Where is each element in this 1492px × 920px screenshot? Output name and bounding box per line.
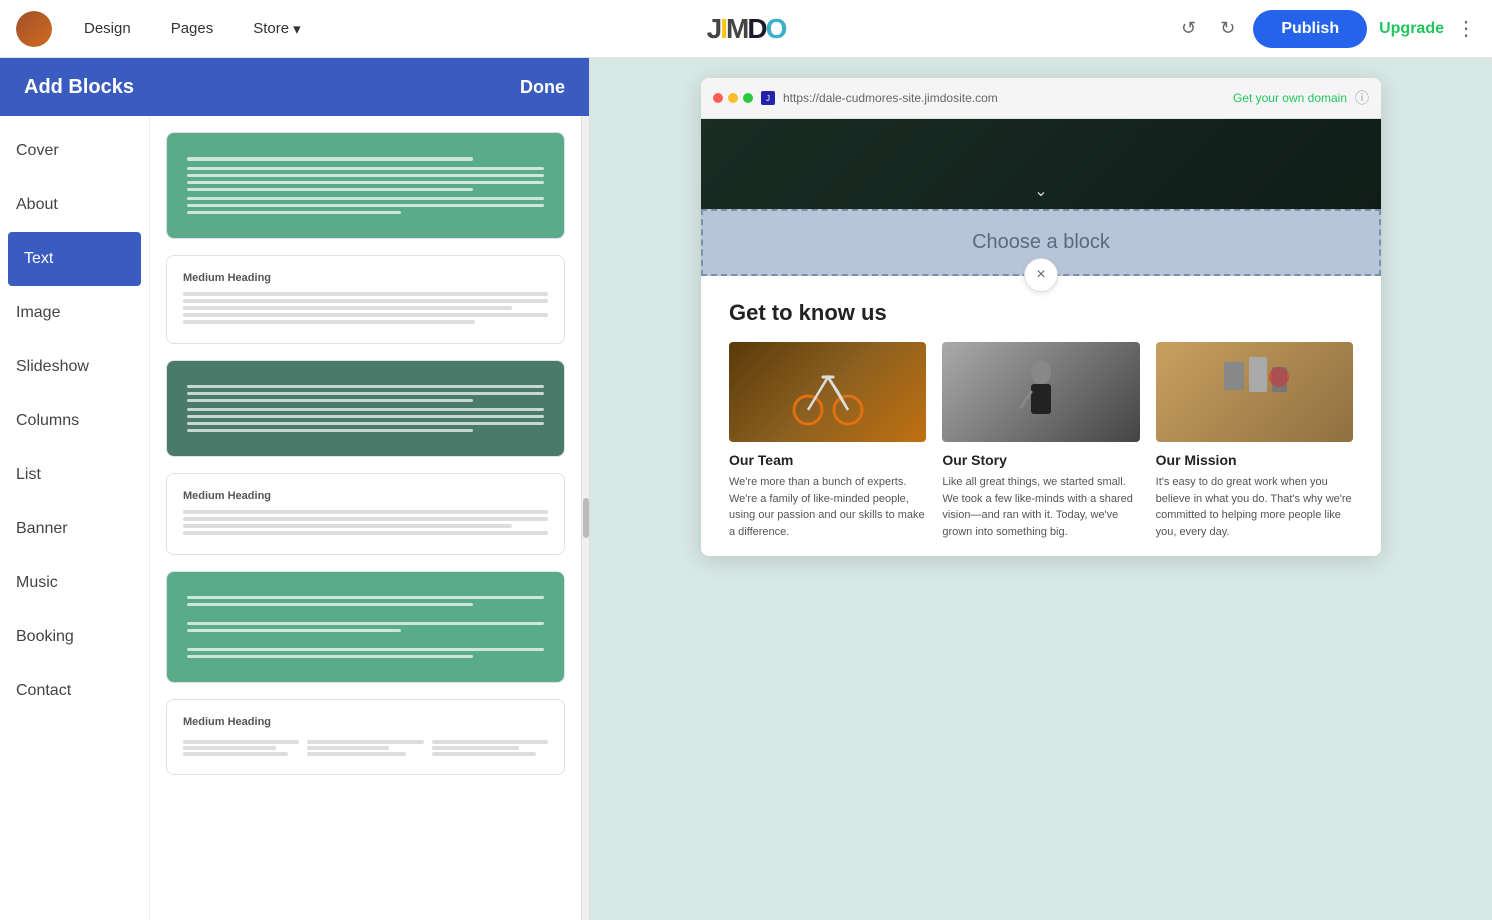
col-img-art	[1156, 342, 1353, 442]
col-title-mission: Our Mission	[1156, 452, 1353, 468]
chevron-down-icon: ▾	[293, 20, 301, 38]
browser-bar: J https://dale-cudmores-site.jimdosite.c…	[701, 78, 1381, 119]
block-card-1[interactable]	[166, 132, 565, 239]
three-col-grid: Our Team We're more than a bunch of expe…	[729, 342, 1353, 540]
sidebar-item-cover[interactable]: Cover	[0, 124, 149, 178]
col-img-bike	[729, 342, 926, 442]
block-card-4[interactable]: Medium Heading	[166, 473, 565, 555]
sidebar-item-slideshow[interactable]: Slideshow	[0, 340, 149, 394]
block-card-white-2: Medium Heading	[167, 256, 564, 343]
redo-button[interactable]: ↻	[1214, 12, 1241, 45]
choose-block-section[interactable]: Choose a block ×	[701, 209, 1381, 276]
block-card-dark-3	[167, 361, 564, 456]
nav-pages[interactable]: Pages	[163, 16, 222, 41]
scrollbar[interactable]	[581, 116, 589, 920]
col-card-story: Our Story Like all great things, we star…	[942, 342, 1139, 540]
block-card-white-4: Medium Heading	[167, 474, 564, 554]
col-card-team: Our Team We're more than a bunch of expe…	[729, 342, 926, 540]
logo-m: M	[726, 13, 747, 44]
sidebar-header: Add Blocks Done	[0, 58, 589, 116]
topbar-right: ↺ ↻ Publish Upgrade ⋮	[1175, 10, 1476, 48]
sidebar-item-booking[interactable]: Booking	[0, 610, 149, 664]
sidebar-title: Add Blocks	[24, 76, 134, 99]
block-card-3[interactable]	[166, 360, 565, 457]
logo-d: D	[747, 13, 765, 44]
publish-button[interactable]: Publish	[1253, 10, 1367, 48]
col-card-mission: Our Mission It's easy to do great work w…	[1156, 342, 1353, 540]
sidebar: Add Blocks Done Cover About Text Image S…	[0, 58, 590, 920]
get-domain-link[interactable]: Get your own domain	[1233, 91, 1347, 105]
col-body-team: We're more than a bunch of experts. We'r…	[729, 474, 926, 540]
sidebar-item-image[interactable]: Image	[0, 286, 149, 340]
sidebar-item-music[interactable]: Music	[0, 556, 149, 610]
more-options-button[interactable]: ⋮	[1456, 16, 1476, 41]
undo-button[interactable]: ↺	[1175, 12, 1202, 45]
info-icon[interactable]: ⓘ	[1355, 88, 1369, 108]
get-to-know-section: Get to know us	[701, 276, 1381, 556]
col-body-story: Like all great things, we started small.…	[942, 474, 1139, 540]
browser-favicon: J	[761, 91, 775, 105]
sidebar-item-banner[interactable]: Banner	[0, 502, 149, 556]
hero-chevron-icon: ⌄	[1034, 181, 1047, 201]
nav-store[interactable]: Store ▾	[245, 16, 308, 42]
block-card-green-1	[167, 133, 564, 238]
main-content: J https://dale-cudmores-site.jimdosite.c…	[590, 58, 1492, 920]
col-title-story: Our Story	[942, 452, 1139, 468]
logo-o: O	[766, 13, 786, 44]
dot-red	[713, 93, 723, 103]
browser-dots	[713, 93, 753, 103]
sidebar-nav: Cover About Text Image Slideshow Columns…	[0, 116, 150, 920]
col-img-woman	[942, 342, 1139, 442]
done-button[interactable]: Done	[520, 77, 565, 98]
close-block-button[interactable]: ×	[1024, 258, 1058, 292]
col-title-team: Our Team	[729, 452, 926, 468]
sidebar-item-contact[interactable]: Contact	[0, 664, 149, 718]
bike-illustration	[788, 352, 868, 432]
woman-illustration	[1016, 352, 1066, 432]
art-illustration	[1214, 352, 1294, 432]
dot-yellow	[728, 93, 738, 103]
browser-url: https://dale-cudmores-site.jimdosite.com	[783, 91, 1225, 105]
col-body-mission: It's easy to do great work when you beli…	[1156, 474, 1353, 540]
main-layout: Add Blocks Done Cover About Text Image S…	[0, 58, 1492, 920]
logo-j: J	[707, 13, 721, 44]
nav-design[interactable]: Design	[76, 16, 139, 41]
dot-green	[743, 93, 753, 103]
block-card-6[interactable]: Medium Heading	[166, 699, 565, 775]
upgrade-button[interactable]: Upgrade	[1379, 20, 1444, 38]
logo: JIMDO	[707, 13, 786, 45]
block-card-5[interactable]	[166, 571, 565, 683]
block-card-green-5	[167, 572, 564, 682]
avatar[interactable]	[16, 11, 52, 47]
hero-section: ⌄	[701, 119, 1381, 209]
browser-window: J https://dale-cudmores-site.jimdosite.c…	[701, 78, 1381, 556]
scroll-thumb	[583, 498, 589, 538]
block-card-white-6: Medium Heading	[167, 700, 564, 774]
topbar-left: Design Pages Store ▾	[16, 11, 309, 47]
section-title: Get to know us	[729, 300, 1353, 326]
block-card-2[interactable]: Medium Heading	[166, 255, 565, 344]
sidebar-item-list[interactable]: List	[0, 448, 149, 502]
sidebar-item-text[interactable]: Text	[8, 232, 141, 286]
website-preview: ⌄ Choose a block × Get to know us	[701, 119, 1381, 556]
choose-block-label: Choose a block	[972, 231, 1110, 254]
blocks-panel: Medium Heading	[150, 116, 581, 920]
sidebar-item-about[interactable]: About	[0, 178, 149, 232]
sidebar-content-area: Cover About Text Image Slideshow Columns…	[0, 116, 589, 920]
sidebar-item-columns[interactable]: Columns	[0, 394, 149, 448]
topbar: Design Pages Store ▾ JIMDO ↺ ↻ Publish U…	[0, 0, 1492, 58]
